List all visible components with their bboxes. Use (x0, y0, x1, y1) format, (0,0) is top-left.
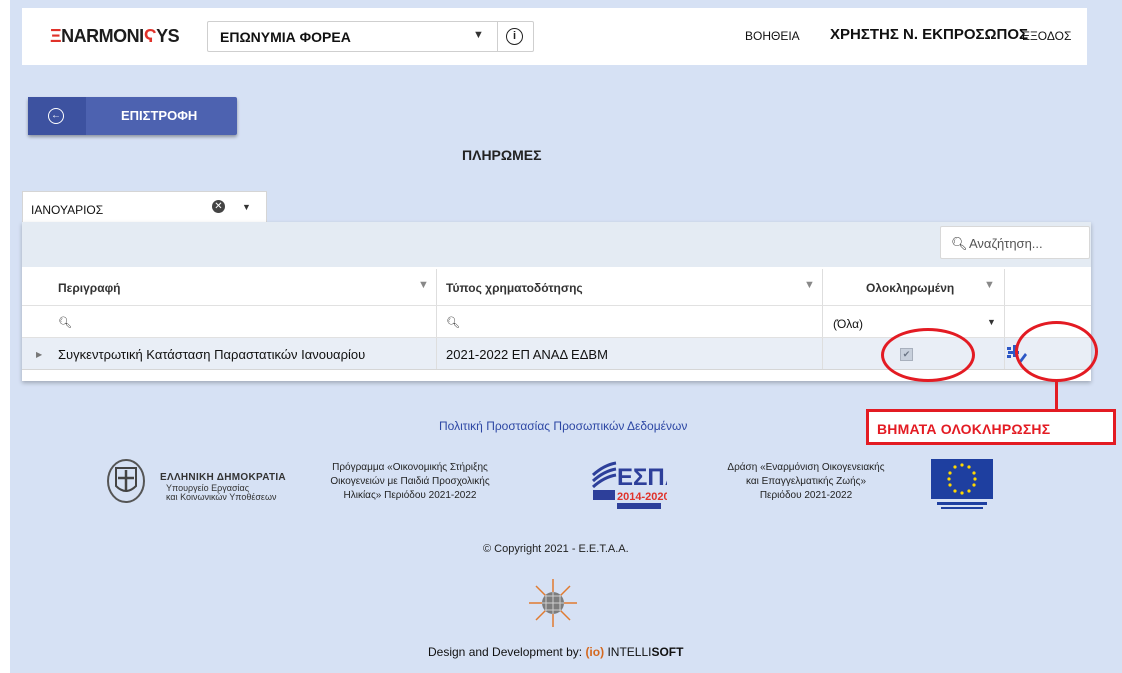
annotation-connector (1055, 380, 1058, 410)
espa-years: 2014-2020 (617, 491, 667, 503)
gov-subtitle: Υπουργείο Εργασίας και Κοινωνικών Υποθέσ… (166, 484, 306, 502)
program-line: Οικογενειών με Παιδιά Προσχολικής (330, 476, 490, 487)
program-description: Δράση «Εναρμόνιση Οικογενειακής και Επαγ… (696, 461, 916, 503)
column-separator (436, 306, 437, 337)
organization-select-value: ΕΠΩΝΥΜΙΑ ΦΟΡΕΑ (220, 29, 351, 45)
expand-row-icon[interactable]: ▶ (36, 350, 42, 359)
column-separator (822, 306, 823, 337)
annotation-label: ΒΗΜΑΤΑ ΟΛΟΚΛΗΡΩΣΗΣ (877, 421, 1051, 437)
chevron-down-icon[interactable]: ▼ (242, 202, 251, 212)
gov-title: ΕΛΛΗΝΙΚΗ ΔΗΜΟΚΡΑΤΙΑ (160, 472, 286, 483)
cell-funding-type: 2021-2022 ΕΠ ΑΝΑΔ ΕΔΒΜ (446, 347, 608, 362)
chevron-down-icon[interactable]: ▼ (987, 317, 996, 327)
copyright-text: © Copyright 2021 - Ε.Ε.Τ.Α.Α. (483, 543, 629, 555)
grid-toolbar: 🔍︎ (22, 222, 1091, 267)
back-button-label: ΕΠΙΣΤΡΟΦΗ (121, 108, 198, 123)
help-link[interactable]: ΒΟΗΘΕΙΑ (745, 29, 800, 43)
completed-filter-select[interactable]: (Όλα) (833, 317, 863, 331)
logo-part: Ξ (50, 26, 62, 46)
month-select-value: ΙΑΝΟΥΑΡΙΟΣ (31, 203, 104, 217)
chevron-down-icon[interactable]: ▼ (473, 29, 484, 41)
column-separator (1004, 269, 1005, 305)
filter-funnel-icon[interactable]: ▼ (804, 279, 815, 291)
logo-part: Ϛ (143, 26, 157, 46)
eetaa-compass-logo-icon (529, 579, 577, 627)
espa-logo: ΕΣΠΑ 2014-2020 (591, 461, 667, 509)
clear-icon[interactable]: ✕ (212, 200, 225, 213)
company-name-part: SOFT (651, 645, 684, 659)
filter-funnel-icon[interactable]: ▼ (984, 279, 995, 291)
company-name-part: INTELLI (607, 645, 652, 659)
annotation-callout: ΒΗΜΑΤΑ ΟΛΟΚΛΗΡΩΣΗΣ (866, 409, 1116, 445)
column-header-completed[interactable]: Ολοκληρωμένη (866, 281, 954, 295)
privacy-policy-link[interactable]: Πολιτική Προστασίας Προσωπικών Δεδομένων (439, 419, 687, 433)
back-button-icon-area: ← (28, 97, 86, 135)
back-button[interactable]: ← ΕΠΙΣΤΡΟΦΗ (28, 97, 237, 135)
intellisoft-mark-icon: (io) (585, 645, 605, 659)
search-icon: 🔍︎ (951, 236, 968, 251)
program-line: Περιόδου 2021-2022 (759, 490, 853, 501)
enarmonisys-logo[interactable]: ΞNARMONIϚYS (50, 26, 180, 47)
column-header-description[interactable]: Περιγραφή (58, 281, 121, 295)
funding-filter-search-icon[interactable]: 🔍︎ (446, 316, 460, 329)
grid-search[interactable]: 🔍︎ (940, 226, 1090, 259)
column-separator (436, 269, 437, 305)
cell-description: Συγκεντρωτική Κατάσταση Παραστατικών Ιαν… (58, 347, 366, 362)
gov-subtitle-line: και Κοινωνικών Υποθέσεων (166, 492, 277, 502)
grid-header-row: Περιγραφή ▼ Τύπος χρηματοδότησης ▼ Ολοκλ… (22, 269, 1091, 306)
eu-flag-icon (931, 459, 993, 509)
organization-select[interactable]: ΕΠΩΝΥΜΙΑ ΦΟΡΕΑ ▼ i (207, 21, 534, 52)
column-separator (822, 269, 823, 305)
column-separator (436, 338, 437, 369)
column-header-funding-type[interactable]: Τύπος χρηματοδότησης (446, 281, 583, 295)
program-description: Πρόγραμμα «Οικονομικής Στήριξης Οικογενε… (315, 461, 505, 503)
user-name[interactable]: ΧΡΗΣΤΗΣ Ν. ΕΚΠΡΟΣΩΠΟΣ (830, 26, 1028, 43)
greek-republic-emblem-icon (107, 459, 145, 503)
annotation-circle (881, 328, 975, 382)
logo-part: YS (156, 26, 180, 46)
divider (497, 22, 498, 51)
description-filter-search-icon[interactable]: 🔍︎ (58, 316, 72, 329)
page-title: ΠΛΗΡΩΜΕΣ (462, 147, 542, 163)
column-separator (822, 338, 823, 369)
designed-by-label: Design and Development by: (428, 645, 583, 659)
annotation-circle (1015, 321, 1098, 382)
top-header: ΞNARMONIϚYS ΕΠΩΝΥΜΙΑ ΦΟΡΕΑ ▼ i ΒΟΗΘΕΙΑ Χ… (22, 8, 1087, 65)
info-icon[interactable]: i (506, 28, 523, 45)
program-line: και Επαγγελματικής Ζωής» (745, 476, 867, 487)
program-line: Πρόγραμμα «Οικονομικής Στήριξης (332, 462, 488, 473)
program-line: Ηλικίας» Περιόδου 2021-2022 (343, 490, 477, 501)
filter-funnel-icon[interactable]: ▼ (418, 279, 429, 291)
developer-credit: Design and Development by: (io) INTELLIS… (428, 645, 683, 659)
logo-part: NARMONI (61, 26, 144, 46)
back-arrow-circle-icon: ← (48, 108, 64, 124)
month-select[interactable]: ΙΑΝΟΥΑΡΙΟΣ ✕ ▼ (22, 191, 267, 224)
column-separator (1004, 306, 1005, 337)
logout-link[interactable]: ΕΞΟΔΟΣ (1022, 29, 1071, 43)
espa-title: ΕΣΠΑ (617, 464, 667, 491)
grid-search-input[interactable] (969, 233, 1084, 253)
program-line: Δράση «Εναρμόνιση Οικογενειακής (727, 462, 885, 473)
